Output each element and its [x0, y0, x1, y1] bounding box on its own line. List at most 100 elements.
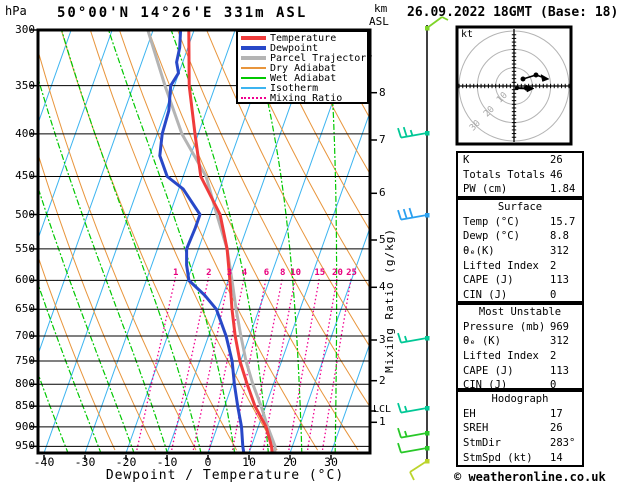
- stat-value: 113: [550, 364, 569, 377]
- stat-row: EH 17: [458, 407, 582, 422]
- pressure-tick-label: 400: [15, 126, 35, 140]
- stat-label: Dewp (°C): [463, 230, 520, 243]
- pressure-tick-label: 300: [15, 23, 35, 36]
- temperature-tick-label: 0: [204, 455, 212, 469]
- most-unstable-panel: Most Unstable Pressure (mb) 969 θₑ (K) 312 Li…: [456, 303, 584, 391]
- stat-value: 312: [550, 245, 569, 258]
- run-date: 26.09.2022 18GMT (Base: 18): [407, 5, 619, 20]
- pressure-tick-label: 900: [15, 419, 35, 433]
- indices-panel: K 26 Totals Totals 46 PW (cm) 1.84: [456, 151, 584, 198]
- stat-value: 113: [550, 274, 569, 287]
- stat-row: K 26: [458, 153, 582, 168]
- stat-label: Totals Totals: [463, 168, 546, 181]
- stat-row: Temp (°C) 15.7: [458, 215, 582, 230]
- legend-line-sample: [241, 56, 266, 60]
- legend-row: Temperature: [238, 33, 367, 44]
- pressure-axis-unit: hPa: [5, 4, 27, 18]
- stat-row: Pressure (mb) 969: [458, 320, 582, 335]
- stat-label: Pressure (mb): [463, 320, 546, 333]
- stat-row: CAPE (J) 113: [458, 364, 582, 379]
- copyright: © weatheronline.co.uk: [454, 470, 606, 484]
- height-axis-asl: ASL: [369, 15, 389, 28]
- temperature-tick-label: 20: [283, 455, 297, 469]
- pressure-tick-label: 750: [15, 353, 35, 367]
- pressure-tick-label: 550: [15, 241, 35, 255]
- wind-barb: [397, 207, 430, 221]
- legend-label: Mixing Ratio: [270, 92, 343, 104]
- stat-label: Lifted Index: [463, 350, 539, 363]
- legend-line-sample: [241, 97, 266, 99]
- stat-value: 15.7: [550, 215, 576, 228]
- wind-barb: [397, 442, 430, 454]
- legend-line-sample: [241, 87, 266, 89]
- panel-header: Hodograph: [491, 393, 549, 405]
- pressure-tick-label: 800: [15, 377, 35, 391]
- stat-row: Lifted Index 2: [458, 259, 582, 274]
- legend-line-sample: [241, 36, 266, 40]
- stat-value: 312: [550, 335, 569, 348]
- stat-label: Temp (°C): [463, 215, 520, 228]
- stat-value: 46: [550, 168, 563, 181]
- pressure-tick-label: 600: [15, 273, 35, 287]
- temperature-tick-label: -20: [115, 455, 137, 469]
- stat-label: K: [463, 154, 470, 166]
- hodograph-unit-label: kt: [461, 29, 474, 40]
- stat-value: 2: [550, 259, 557, 272]
- surface-panel: Surface Temp (°C) 15.7 Dewp (°C) 8.8 θₑ(K) 312…: [456, 198, 584, 303]
- temperature-tick-label: 10: [242, 455, 256, 469]
- km-tick-label: 1: [379, 415, 386, 429]
- stat-row: CIN (J) 0: [458, 288, 582, 303]
- stat-value: 14: [550, 451, 563, 464]
- temperature-tick-label: 30: [324, 455, 338, 469]
- stat-label: SREH: [463, 422, 489, 435]
- stat-row: CAPE (J) 113: [458, 273, 582, 288]
- stat-row: Totals Totals 46: [458, 168, 582, 183]
- stat-label: CAPE (J): [463, 364, 514, 377]
- stat-label: PW (cm): [463, 183, 508, 196]
- mixing-ratio-value-label: 25: [346, 268, 357, 278]
- stat-label: CAPE (J): [463, 274, 514, 287]
- stat-label: CIN (J): [463, 289, 508, 302]
- panel-header: Surface: [497, 201, 543, 213]
- stat-row: PW (cm) 1.84: [458, 182, 582, 197]
- wind-barb: [409, 459, 430, 481]
- stat-value: 8.8: [550, 230, 569, 243]
- stat-row: θₑ (K) 312: [458, 334, 582, 349]
- height-axis-unit: km: [374, 2, 388, 15]
- pressure-tick-label: 350: [15, 78, 35, 92]
- wind-barb: [397, 402, 430, 414]
- station-title: 50°00'N 14°26'E 331m ASL: [57, 5, 308, 21]
- stat-label: Lifted Index: [463, 259, 539, 272]
- stat-value: 969: [550, 320, 569, 333]
- panel-header: Most Unstable: [478, 306, 562, 318]
- mixing-ratio-axis-label: Mixing Ratio (g/kg): [383, 228, 396, 373]
- pressure-tick-label: 950: [15, 439, 35, 453]
- temperature-tick-label: -10: [156, 455, 178, 469]
- stat-value: 2: [550, 350, 557, 363]
- stat-row: StmSpd (kt) 14: [458, 451, 582, 466]
- mixing-ratio-value-label: 1: [173, 268, 179, 278]
- pressure-tick-label: 700: [15, 329, 35, 343]
- wind-barb: [397, 126, 430, 139]
- stat-label: EH: [463, 407, 476, 420]
- wind-barb: [397, 427, 430, 439]
- stat-value: 17: [550, 407, 563, 420]
- stat-label: StmSpd (kt): [463, 451, 533, 464]
- legend-line-sample: [241, 46, 266, 50]
- legend-row: Mixing Ratio: [238, 92, 367, 104]
- legend: Temperature Dewpoint Parcel Trajectory Dry …: [236, 30, 372, 104]
- pressure-tick-label: 450: [15, 169, 35, 183]
- stat-row: Lifted Index 2: [458, 349, 582, 364]
- stat-label: θₑ (K): [463, 335, 501, 348]
- stat-value: 283°: [550, 437, 576, 450]
- stat-label: θₑ(K): [463, 245, 495, 258]
- stat-value: 1.84: [550, 183, 576, 196]
- km-tick-label: 6: [379, 186, 386, 200]
- legend-line-sample: [241, 67, 266, 69]
- pressure-tick-label: 650: [15, 302, 35, 316]
- stat-label: StmDir: [463, 437, 501, 450]
- skewt-sounding-page: hPa 50°00'N 14°26'E 331m ASL km ASL 26.0…: [0, 0, 629, 486]
- stat-row: Dewp (°C) 8.8: [458, 229, 582, 244]
- pressure-tick-label: 850: [15, 399, 35, 413]
- pressure-tick-label: 500: [15, 207, 35, 221]
